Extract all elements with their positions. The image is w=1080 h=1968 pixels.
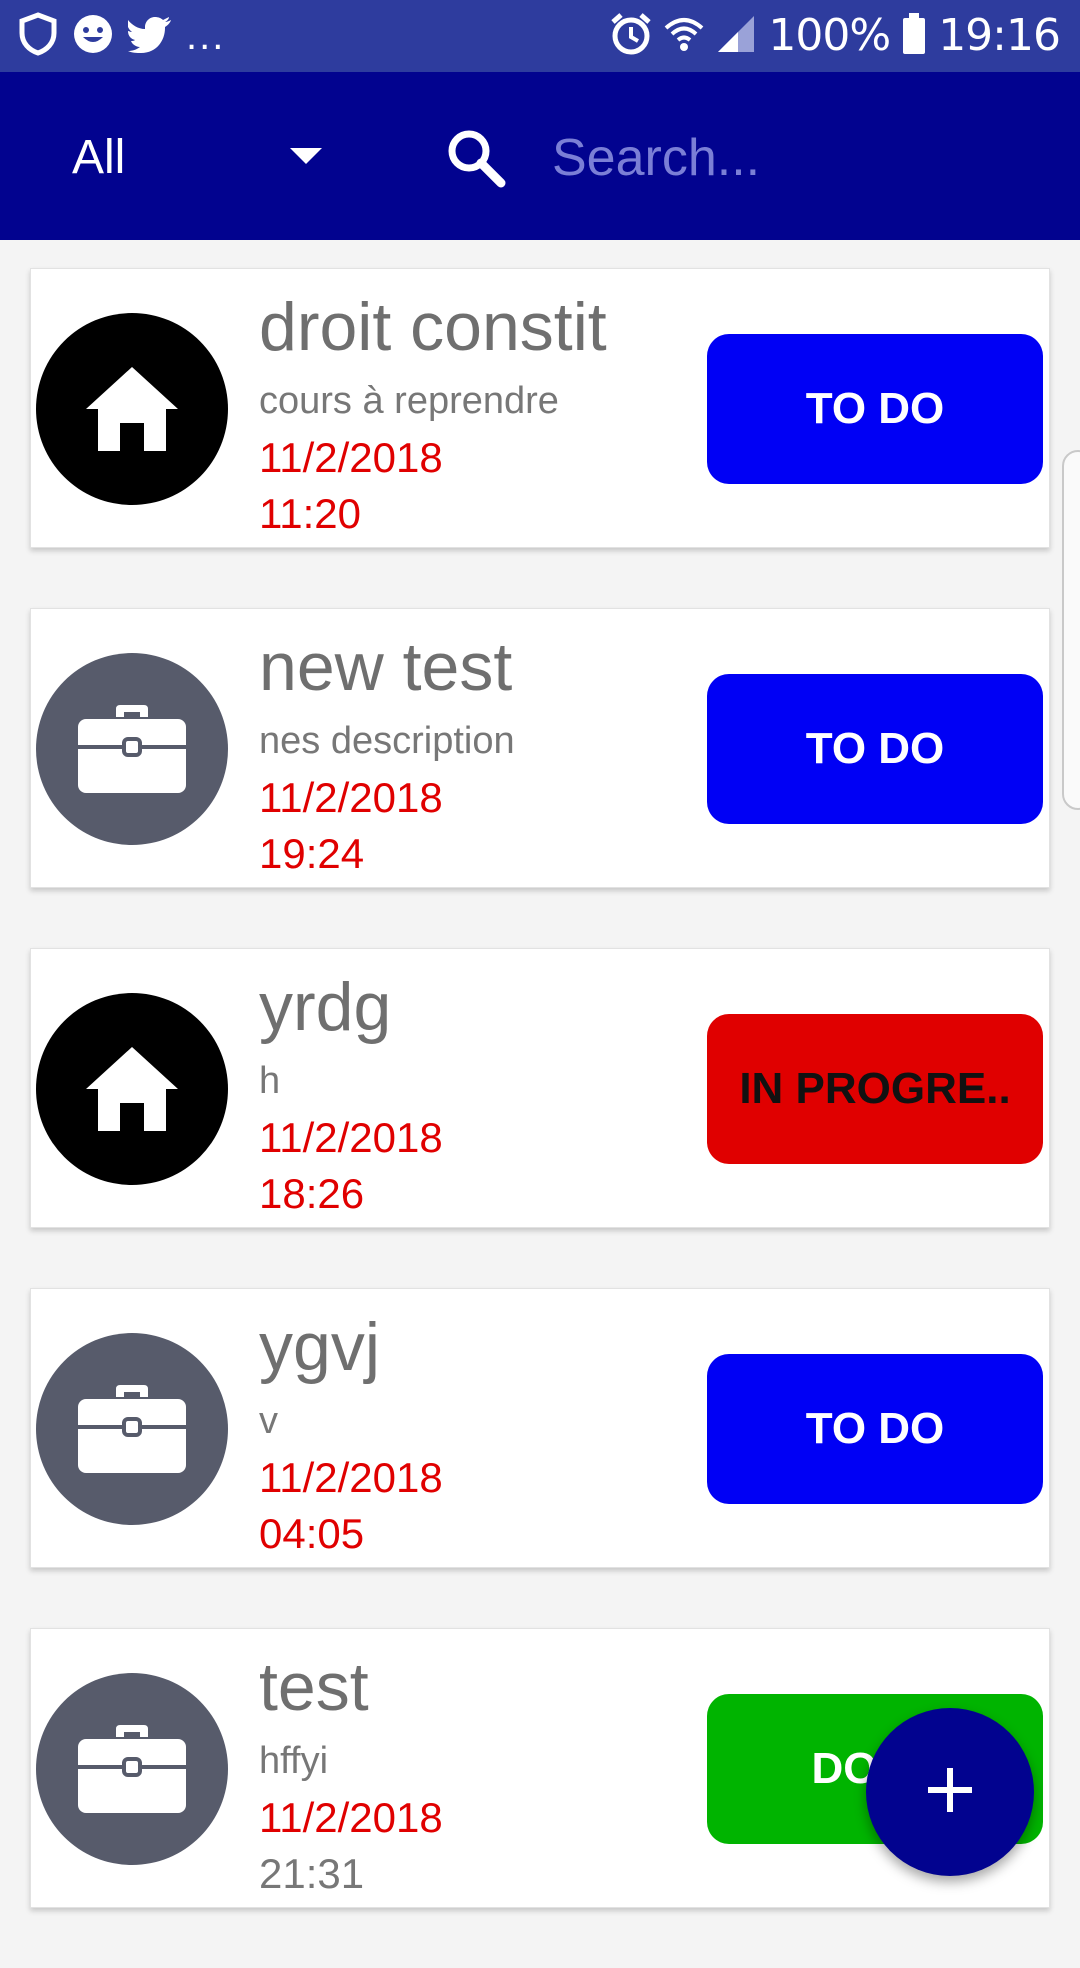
task-description: nes description <box>259 720 515 762</box>
status-button[interactable]: TO DO <box>707 334 1043 484</box>
status-overflow: ... <box>186 14 226 58</box>
filter-dropdown[interactable]: All <box>52 112 342 202</box>
task-date: 11/2/2018 <box>259 1114 443 1161</box>
clock: 19:16 <box>938 10 1061 61</box>
home-icon <box>36 313 228 505</box>
task-description: hffyi <box>259 1740 329 1782</box>
task-title: test <box>259 1649 369 1725</box>
shield-icon <box>18 11 58 61</box>
briefcase-icon <box>36 1673 228 1865</box>
task-time: 19:24 <box>259 830 365 877</box>
task-time: 21:31 <box>259 1850 365 1897</box>
status-right-icons: 100% 19:16 <box>610 10 1061 62</box>
status-button[interactable]: TO DO <box>707 1354 1043 1504</box>
task-description: h <box>259 1060 281 1102</box>
task-date: 11/2/2018 <box>259 1794 443 1841</box>
task-title: yrdg <box>259 969 392 1045</box>
briefcase-icon <box>36 653 228 845</box>
task-date: 11/2/2018 <box>259 434 443 481</box>
search-icon[interactable] <box>444 126 508 190</box>
task-time: 04:05 <box>259 1510 365 1557</box>
battery-icon <box>902 12 926 60</box>
task-date: 11/2/2018 <box>259 1454 443 1501</box>
scroll-handle[interactable] <box>1062 450 1080 810</box>
task-card[interactable]: ygvj v 11/2/2018 04:05 TO DO <box>30 1288 1050 1568</box>
task-card[interactable]: droit constit cours à reprendre 11/2/201… <box>30 268 1050 548</box>
task-description: cours à reprendre <box>259 380 559 422</box>
task-time: 11:20 <box>259 490 361 537</box>
status-button[interactable]: IN PROGRE.. <box>707 1014 1043 1164</box>
task-card[interactable]: yrdg h 11/2/2018 18:26 IN PROGRE.. <box>30 948 1050 1228</box>
home-icon <box>36 993 228 1185</box>
task-time: 18:26 <box>259 1170 365 1217</box>
briefcase-icon <box>36 1333 228 1525</box>
task-title: droit constit <box>259 289 607 365</box>
status-left-icons: ... <box>18 11 226 61</box>
status-button[interactable]: TO DO <box>707 674 1043 824</box>
app-bar: All <box>0 72 1080 240</box>
twitter-icon <box>127 15 172 58</box>
task-description: v <box>259 1400 278 1442</box>
alarm-icon <box>610 12 652 61</box>
task-card[interactable]: new test nes description 11/2/2018 19:24… <box>30 608 1050 888</box>
face-icon <box>72 13 114 60</box>
filter-value: All <box>72 130 126 184</box>
signal-icon <box>716 14 756 59</box>
add-task-button[interactable] <box>866 1708 1034 1876</box>
task-title: ygvj <box>259 1309 380 1385</box>
task-title: new test <box>259 629 513 705</box>
status-bar: ... 100% 19:16 <box>0 0 1080 72</box>
wifi-icon <box>664 14 704 59</box>
task-list: droit constit cours à reprendre 11/2/201… <box>30 268 1050 1968</box>
chevron-down-icon <box>290 112 322 202</box>
battery-percent: 100% <box>768 10 891 61</box>
task-date: 11/2/2018 <box>259 774 443 821</box>
search-input[interactable] <box>540 118 1040 198</box>
plus-icon <box>926 1766 974 1819</box>
